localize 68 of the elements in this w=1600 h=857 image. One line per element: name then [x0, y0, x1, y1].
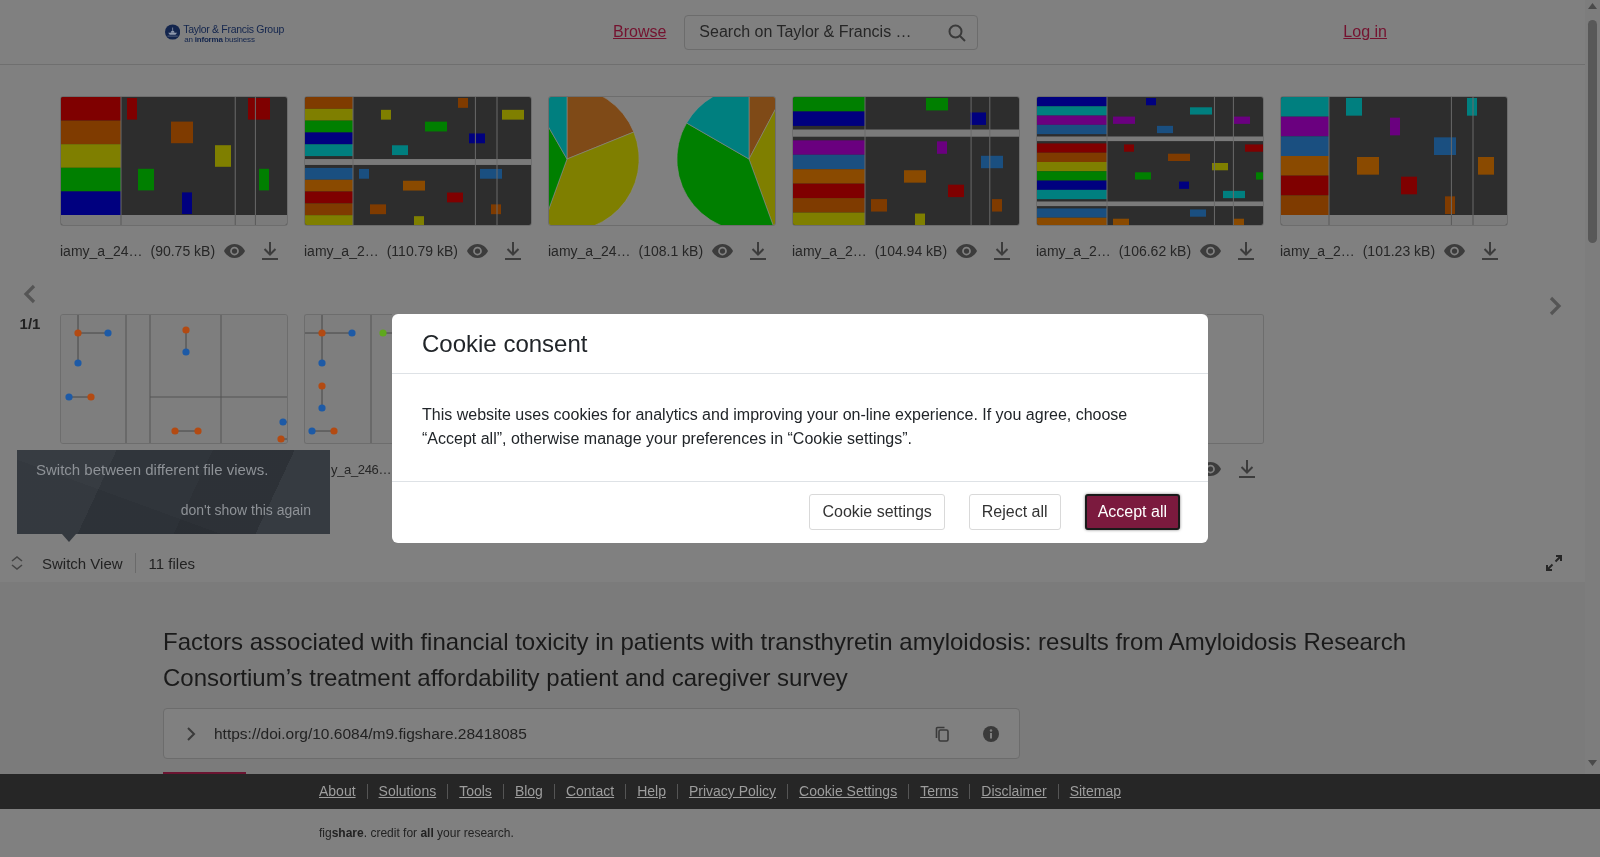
dialog-button[interactable]: Cookie settings [809, 494, 945, 530]
file-name: iamy_a_2… [304, 243, 379, 259]
file-name: iamy_a_2… [1036, 243, 1111, 259]
eye-icon[interactable] [1207, 462, 1221, 476]
dot-diagram-thumbnail[interactable] [304, 314, 392, 444]
info-icon[interactable] [983, 725, 999, 742]
file-size: (108.1 kB) [638, 243, 704, 259]
download-icon[interactable] [1482, 242, 1499, 260]
heatmap-thumbnail[interactable] [1036, 96, 1264, 226]
pie-chart-thumbnail[interactable] [548, 96, 776, 226]
tooltip-text: Switch between different file views. [36, 460, 270, 480]
dot-diagram-thumbnail[interactable] [60, 314, 288, 444]
article-title: Factors associated with financial toxicity in patients with transthyretin amyloidosis: results from Amyloidosis Research Consortium’s treatment affordability patient and caregiver survey [163, 627, 1408, 693]
search-field[interactable]: Search on Taylor & Francis … [684, 14, 979, 50]
copy-icon[interactable] [935, 725, 949, 742]
download-icon[interactable] [262, 242, 279, 260]
up-down-chevron-icon[interactable] [10, 556, 24, 570]
file-size: (101.23 kB) [1362, 243, 1436, 259]
footer-link[interactable]: Blog [502, 784, 554, 799]
search-icon[interactable] [948, 23, 967, 42]
heatmap-thumbnail[interactable] [60, 96, 288, 226]
chevron-left-icon[interactable] [23, 284, 37, 304]
scroll-down-arrow-icon[interactable] [1588, 760, 1597, 766]
logo-text: Taylor & Francis Group [183, 22, 284, 35]
footer-link[interactable]: Tools [447, 784, 503, 799]
footer-link[interactable]: Sitemap [1057, 784, 1132, 799]
accept-button[interactable]: Accept all [1084, 494, 1180, 530]
dialog-button[interactable]: Reject all [968, 494, 1061, 530]
file-size: (106.62 kB) [1118, 243, 1192, 259]
footer-link[interactable]: Cookie Settings [787, 784, 909, 799]
scrollbar-thumb[interactable] [1588, 20, 1597, 243]
switch-view-button[interactable]: Switch View [10, 554, 123, 572]
footer-link[interactable]: Contact [553, 784, 626, 799]
footer-link[interactable]: Privacy Policy [676, 784, 788, 799]
download-icon[interactable] [994, 242, 1011, 260]
file-count: 11 files [148, 554, 195, 572]
download-icon[interactable] [505, 242, 522, 260]
footer-link[interactable]: Terms [908, 784, 970, 799]
heatmap-thumbnail[interactable] [792, 96, 1020, 226]
scroll-up-arrow-icon[interactable] [1588, 3, 1597, 9]
logo-tagline: an informa business [184, 34, 256, 44]
footer-link[interactable]: Help [625, 784, 677, 799]
heatmap-thumbnail[interactable] [1280, 96, 1508, 226]
file-size: (104.94 kB) [874, 243, 948, 259]
dialog-title: Cookie consent [422, 329, 588, 358]
download-icon[interactable] [1239, 460, 1255, 478]
dismiss-link[interactable]: don't show this again [180, 500, 311, 520]
chevron-right-icon[interactable] [1548, 296, 1562, 316]
page-indicator: 1/1 [19, 315, 41, 333]
file-size: (90.75 kB) [150, 243, 216, 259]
heatmap-thumbnail[interactable] [304, 96, 532, 226]
file-size: (110.79 kB) [386, 243, 459, 259]
file-name: iamy_a_2… [792, 243, 867, 259]
file-name: iamy_a_24… [548, 243, 631, 259]
dialog-message: This website uses cookies for analytics and improving your on-line experience. If you agree, choose “Accept all”, otherwise manage your preferences in “Cookie settings”. [422, 405, 1129, 449]
file-name: y_a_246… [331, 461, 392, 477]
download-icon[interactable] [750, 242, 767, 260]
file-name: iamy_a_2… [1280, 243, 1355, 259]
expand-icon[interactable] [1546, 555, 1562, 571]
download-icon[interactable] [1238, 242, 1255, 260]
footer-link[interactable]: About [319, 784, 367, 799]
footer-link[interactable]: Solutions [366, 784, 448, 799]
file-name: iamy_a_24… [60, 243, 143, 259]
blank-thumbnail[interactable] [1207, 314, 1264, 444]
footer-tagline: figshare. credit for all your research. [319, 826, 514, 840]
doi-link[interactable]: https://doi.org/10.6084/m9.figshare.28418085 [214, 724, 527, 743]
chevron-right-icon[interactable] [186, 725, 196, 742]
footer-link[interactable]: Disclaimer [969, 784, 1058, 799]
